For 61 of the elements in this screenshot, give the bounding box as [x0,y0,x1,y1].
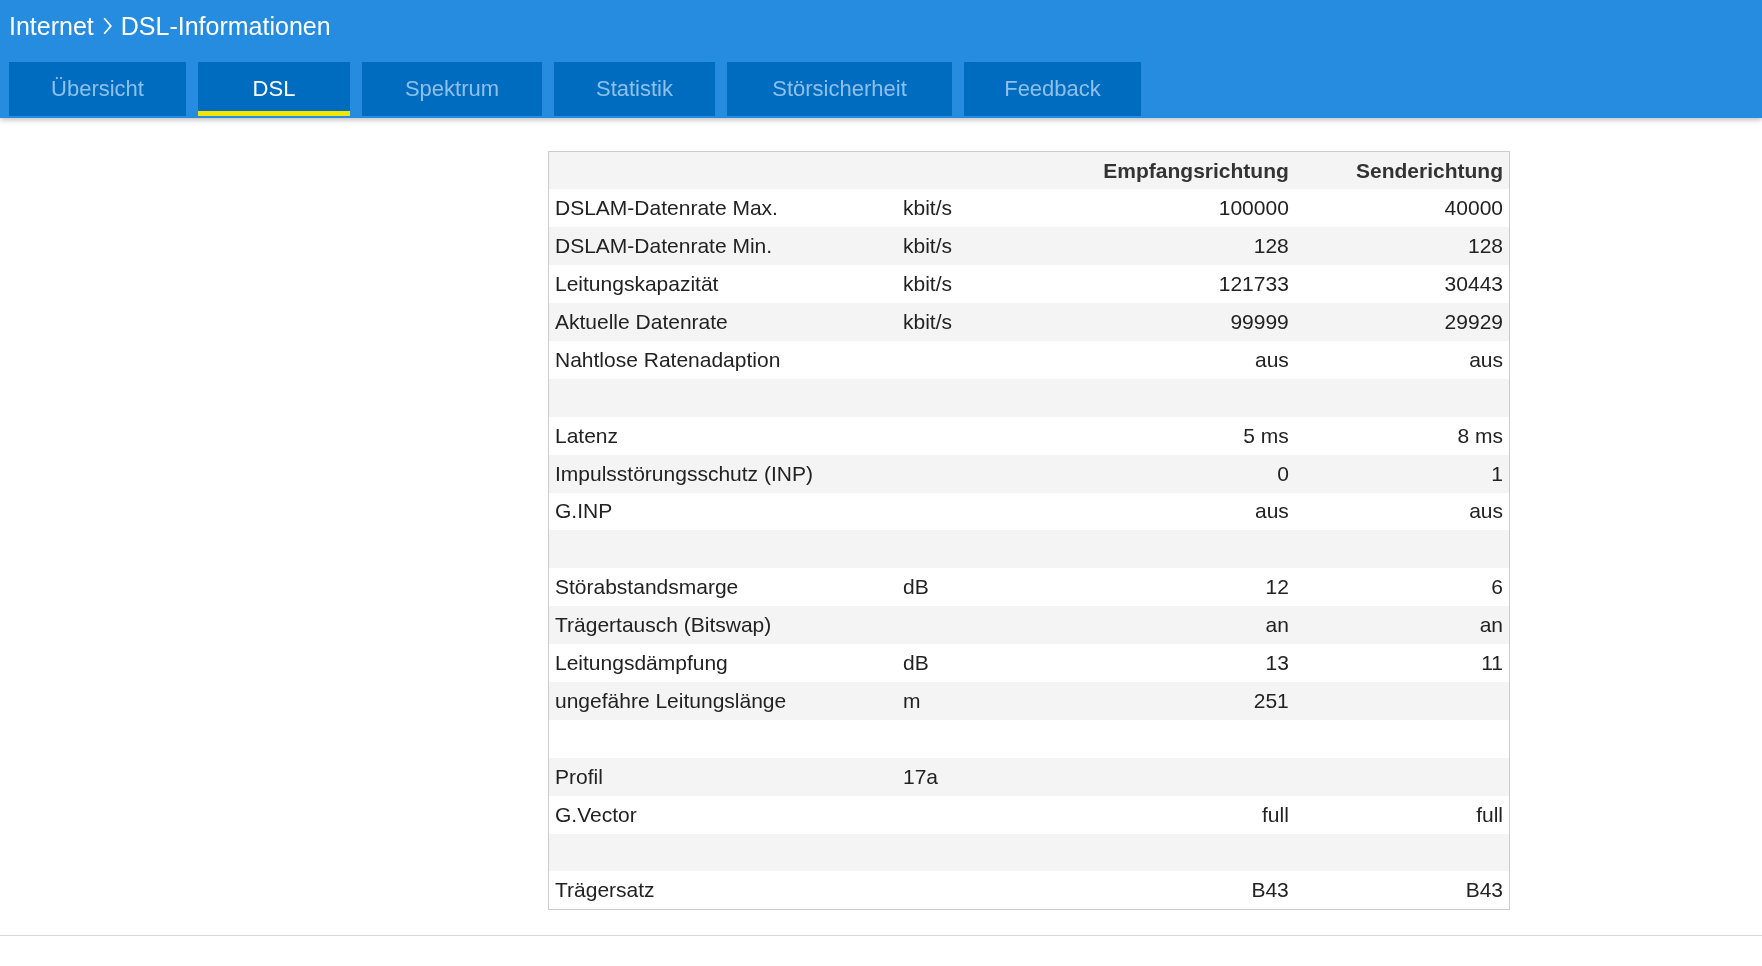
row-label: G.INP [555,499,613,523]
row-label: ungefähre Leitungslänge [555,688,787,712]
table-value: 99999 [1230,310,1289,333]
table-value: an [1265,613,1289,637]
table-value: aus [1469,499,1503,523]
row-label: G.Vector [555,802,637,826]
unit-text: kbit/s [903,272,952,296]
row-label: Aktuelle Datenrate [555,310,728,333]
table-value: 128 [1467,234,1503,258]
table-value: 12 [1265,575,1289,599]
table-value: 30443 [1444,272,1503,296]
unit-text: kbit/s [903,234,952,258]
tab[interactable]: Feedback [964,62,1141,116]
table-value: 128 [1253,234,1289,258]
table-value: 11 [1481,651,1503,674]
unit-text: dB [903,575,929,599]
tab[interactable]: Störsicherheit [727,62,952,116]
tab[interactable]: DSL [198,62,350,116]
row-label: DSLAM-Datenrate Min. [555,234,773,258]
unit-text: m [903,688,921,712]
table-value: full [1476,802,1503,826]
table-value: 6 [1491,575,1503,599]
row-label: Latenz [555,423,619,447]
table-value: aus [1254,499,1289,523]
table-value: 8 ms [1457,423,1503,447]
row-label: Störabstandsmarge [555,575,739,599]
table-value: aus [1254,347,1289,371]
row-label: Nahtlose Ratenadaption [555,347,781,371]
breadcrumb-link[interactable]: Internet [9,11,94,41]
row-label: Leitungsdämpfung [555,651,728,674]
table-value: 100000 [1218,196,1289,220]
unit-text: 17a [903,764,939,788]
breadcrumb-link[interactable]: DSL-Informationen [120,11,331,41]
table-value: 251 [1253,688,1289,712]
table-value: aus [1469,347,1503,371]
table-value: B43 [1251,878,1289,902]
row-label: Leitungskapazität [555,272,719,296]
tab[interactable]: Spektrum [362,62,542,116]
column-header: Empfangsrichtung [1029,151,1295,190]
table-value: 0 [1277,461,1289,485]
unit-text: kbit/s [903,196,952,220]
table-value: 13 [1265,651,1289,674]
table-value: an [1479,613,1503,637]
table-value: B43 [1465,878,1503,902]
column-header: Senderichtung [1294,151,1510,190]
tab[interactable]: Übersicht [9,62,186,116]
unit-text: kbit/s [903,310,952,333]
table-value: 5 ms [1243,423,1289,447]
row-label: DSLAM-Datenrate Max. [555,196,778,220]
table-value: 121733 [1218,272,1289,296]
row-label: Trägersatz [555,878,655,902]
row-label: Impulsstörungsschutz (INP) [555,461,813,485]
unit-text: dB [903,651,929,674]
table-value: 1 [1491,461,1503,485]
tab[interactable]: Statistik [554,62,715,116]
row-label: Profil [555,764,603,788]
table-value: full [1261,802,1289,826]
chevron-icon [101,16,113,36]
table-value: 29929 [1444,310,1503,333]
table-value: 40000 [1444,196,1503,220]
row-label: Trägertausch (Bitswap) [555,613,772,637]
